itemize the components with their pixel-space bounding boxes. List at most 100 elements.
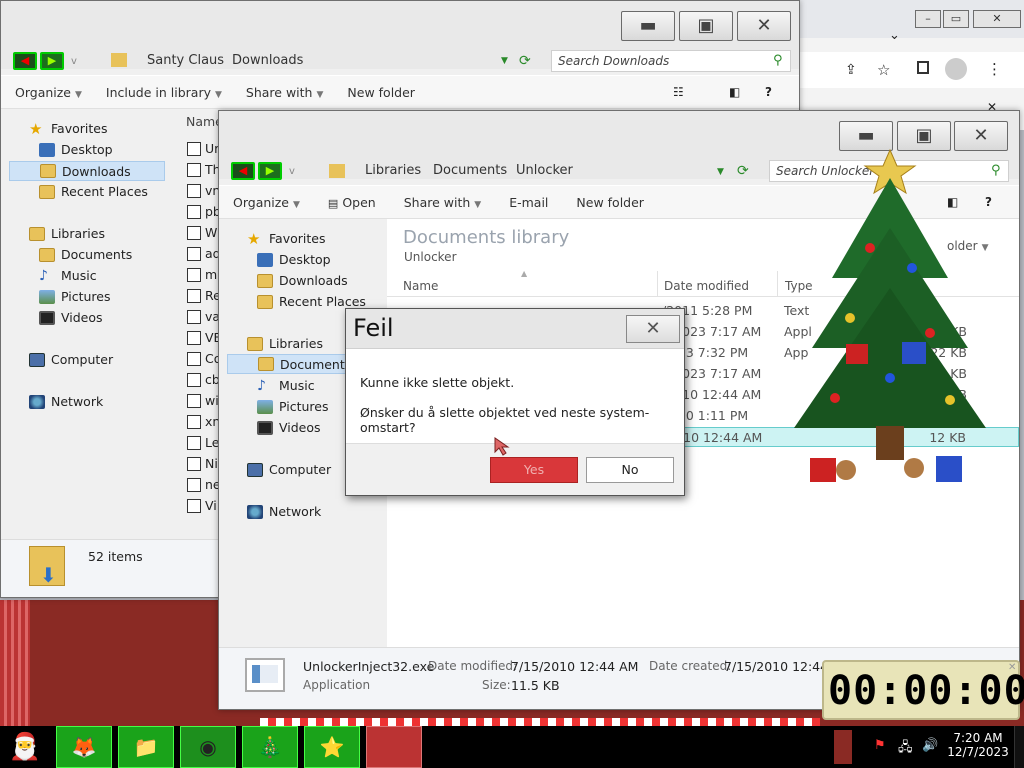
breadcrumb-documents[interactable]: Documents (433, 160, 507, 182)
list-item[interactable]: Le (187, 435, 219, 450)
recent-dropdown-icon[interactable]: v (289, 166, 295, 177)
nav-libraries[interactable]: Libraries (29, 226, 105, 241)
nav-music[interactable]: ♪ Music (257, 378, 315, 393)
nav-favorites[interactable]: ★ Favorites (247, 231, 325, 246)
nav-favorites[interactable]: ★ Favorites (29, 121, 107, 136)
chevron-down-icon[interactable]: ⌄ (889, 28, 900, 43)
forward-button[interactable]: ▶ (40, 52, 64, 70)
volume-icon[interactable]: 🔊 (922, 738, 938, 753)
flag-icon[interactable]: ⚑ (874, 738, 886, 753)
nav-recent-places[interactable]: Recent Places (39, 184, 148, 199)
share-with-button[interactable]: Share with ▼ (404, 195, 482, 210)
view-options-icon[interactable]: ☷ (673, 85, 684, 99)
share-with-button[interactable]: Share with ▼ (246, 85, 324, 100)
list-item[interactable]: Wi (187, 225, 221, 240)
breadcrumb-unlocker[interactable]: Unlocker (516, 160, 573, 182)
clock[interactable]: 7:20 AM 12/7/2023 (946, 731, 1010, 759)
nav-videos[interactable]: Videos (257, 420, 321, 435)
open-button[interactable]: ▤ Open (328, 195, 376, 210)
back-button[interactable]: ◀ (13, 52, 37, 70)
nav-network[interactable]: Network (29, 394, 103, 409)
list-item[interactable]: va (187, 309, 220, 324)
column-header-name[interactable]: Name (403, 279, 438, 293)
breadcrumb-libraries[interactable]: Libraries (365, 160, 421, 182)
taskbar-christmas-tree[interactable]: 🎄 (242, 726, 298, 768)
nav-computer[interactable]: Computer (29, 352, 113, 367)
preview-pane-icon[interactable]: ◧ (729, 85, 740, 99)
start-button[interactable]: 🎅 (0, 726, 50, 768)
search-icon[interactable]: ⚲ (773, 53, 783, 68)
include-in-library-button[interactable]: Include in library ▼ (106, 85, 222, 100)
nav-downloads[interactable]: Downloads (257, 273, 348, 288)
new-folder-button[interactable]: New folder (347, 85, 415, 100)
close-button[interactable]: ✕ (737, 11, 791, 41)
list-item[interactable]: vn (187, 183, 220, 198)
list-item[interactable]: Vi (187, 498, 217, 513)
column-header-date[interactable]: Date modified (664, 279, 749, 293)
nav-pictures[interactable]: Pictures (257, 399, 329, 414)
show-hidden-icons[interactable] (834, 730, 852, 764)
list-item[interactable]: ne (187, 477, 221, 492)
breadcrumb-downloads[interactable]: Downloads (232, 50, 303, 72)
list-item[interactable]: Re (187, 288, 221, 303)
address-dropdown-icon[interactable]: ▼ (717, 167, 724, 177)
new-folder-button[interactable]: New folder (576, 195, 644, 210)
list-item[interactable]: Co (187, 351, 221, 366)
email-button[interactable]: E-mail (509, 195, 548, 210)
nav-videos[interactable]: Videos (39, 310, 103, 325)
organize-button[interactable]: Organize ▼ (15, 85, 82, 100)
chrome-maximize-button[interactable]: ▭ (943, 10, 969, 28)
refresh-icon[interactable]: ⟳ (519, 53, 531, 69)
taskbar-unlocker[interactable]: ⭐ (304, 726, 360, 768)
list-item[interactable]: VE (187, 330, 221, 345)
column-divider[interactable] (657, 271, 658, 297)
list-item[interactable]: Ur (187, 141, 219, 156)
list-item[interactable]: cb (187, 372, 220, 387)
nav-downloads[interactable]: Downloads (9, 161, 165, 181)
nav-computer[interactable]: Computer (247, 462, 331, 477)
refresh-icon[interactable]: ⟳ (737, 163, 749, 179)
recent-dropdown-icon[interactable]: v (71, 56, 77, 67)
nav-recent-places[interactable]: Recent Places (257, 294, 366, 309)
address-dropdown-icon[interactable]: ▼ (501, 56, 508, 66)
taskbar-pinned-item[interactable] (366, 726, 422, 768)
list-item[interactable]: xn (187, 414, 220, 429)
list-item[interactable]: Th (187, 162, 221, 177)
list-item[interactable]: m (187, 267, 217, 282)
nav-desktop[interactable]: Desktop (257, 252, 331, 267)
nav-libraries[interactable]: Libraries (247, 336, 323, 351)
taskbar-chrome[interactable]: ◉ (180, 726, 236, 768)
nav-desktop[interactable]: Desktop (39, 142, 113, 157)
chrome-minimize-button[interactable]: – (915, 10, 941, 28)
side-panel-icon[interactable] (917, 61, 929, 74)
search-input[interactable]: Search Downloads (551, 50, 791, 72)
nav-music[interactable]: ♪ Music (39, 268, 97, 283)
breadcrumb[interactable]: Santy Claus Downloads (147, 50, 497, 72)
yes-button[interactable]: Yes (490, 457, 578, 483)
list-item[interactable]: Ni (187, 456, 218, 471)
back-button[interactable]: ◀ (231, 162, 255, 180)
network-tray-icon[interactable]: 🖧 (898, 738, 913, 760)
organize-button[interactable]: Organize ▼ (233, 195, 300, 210)
forward-button[interactable]: ▶ (258, 162, 282, 180)
maximize-button[interactable]: ▣ (679, 11, 733, 41)
nav-documents[interactable]: Documents (39, 247, 132, 262)
taskbar-firefox[interactable]: 🦊 (56, 726, 112, 768)
chrome-close-button[interactable]: ✕ (973, 10, 1021, 28)
dialog-close-button[interactable]: ✕ (626, 315, 680, 343)
menu-icon[interactable]: ⋮ (987, 60, 1002, 78)
nav-pictures[interactable]: Pictures (39, 289, 111, 304)
gadget-close-icon[interactable]: ✕ (1008, 662, 1016, 673)
help-icon[interactable]: ? (765, 85, 772, 99)
timer-gadget[interactable]: 00:00:00 ✕ (822, 660, 1024, 720)
show-desktop-button[interactable] (1014, 726, 1024, 768)
breadcrumb[interactable]: Libraries Documents Unlocker (365, 160, 715, 182)
share-icon[interactable]: ⇪ (845, 62, 857, 78)
taskbar-explorer[interactable]: 📁 (118, 726, 174, 768)
nav-network[interactable]: Network (247, 504, 321, 519)
breadcrumb-santy-claus[interactable]: Santy Claus (147, 50, 224, 72)
list-item[interactable]: wi (187, 393, 219, 408)
list-item[interactable]: ad (187, 246, 221, 261)
profile-icon[interactable] (945, 58, 967, 80)
list-item[interactable]: pb (187, 204, 221, 219)
